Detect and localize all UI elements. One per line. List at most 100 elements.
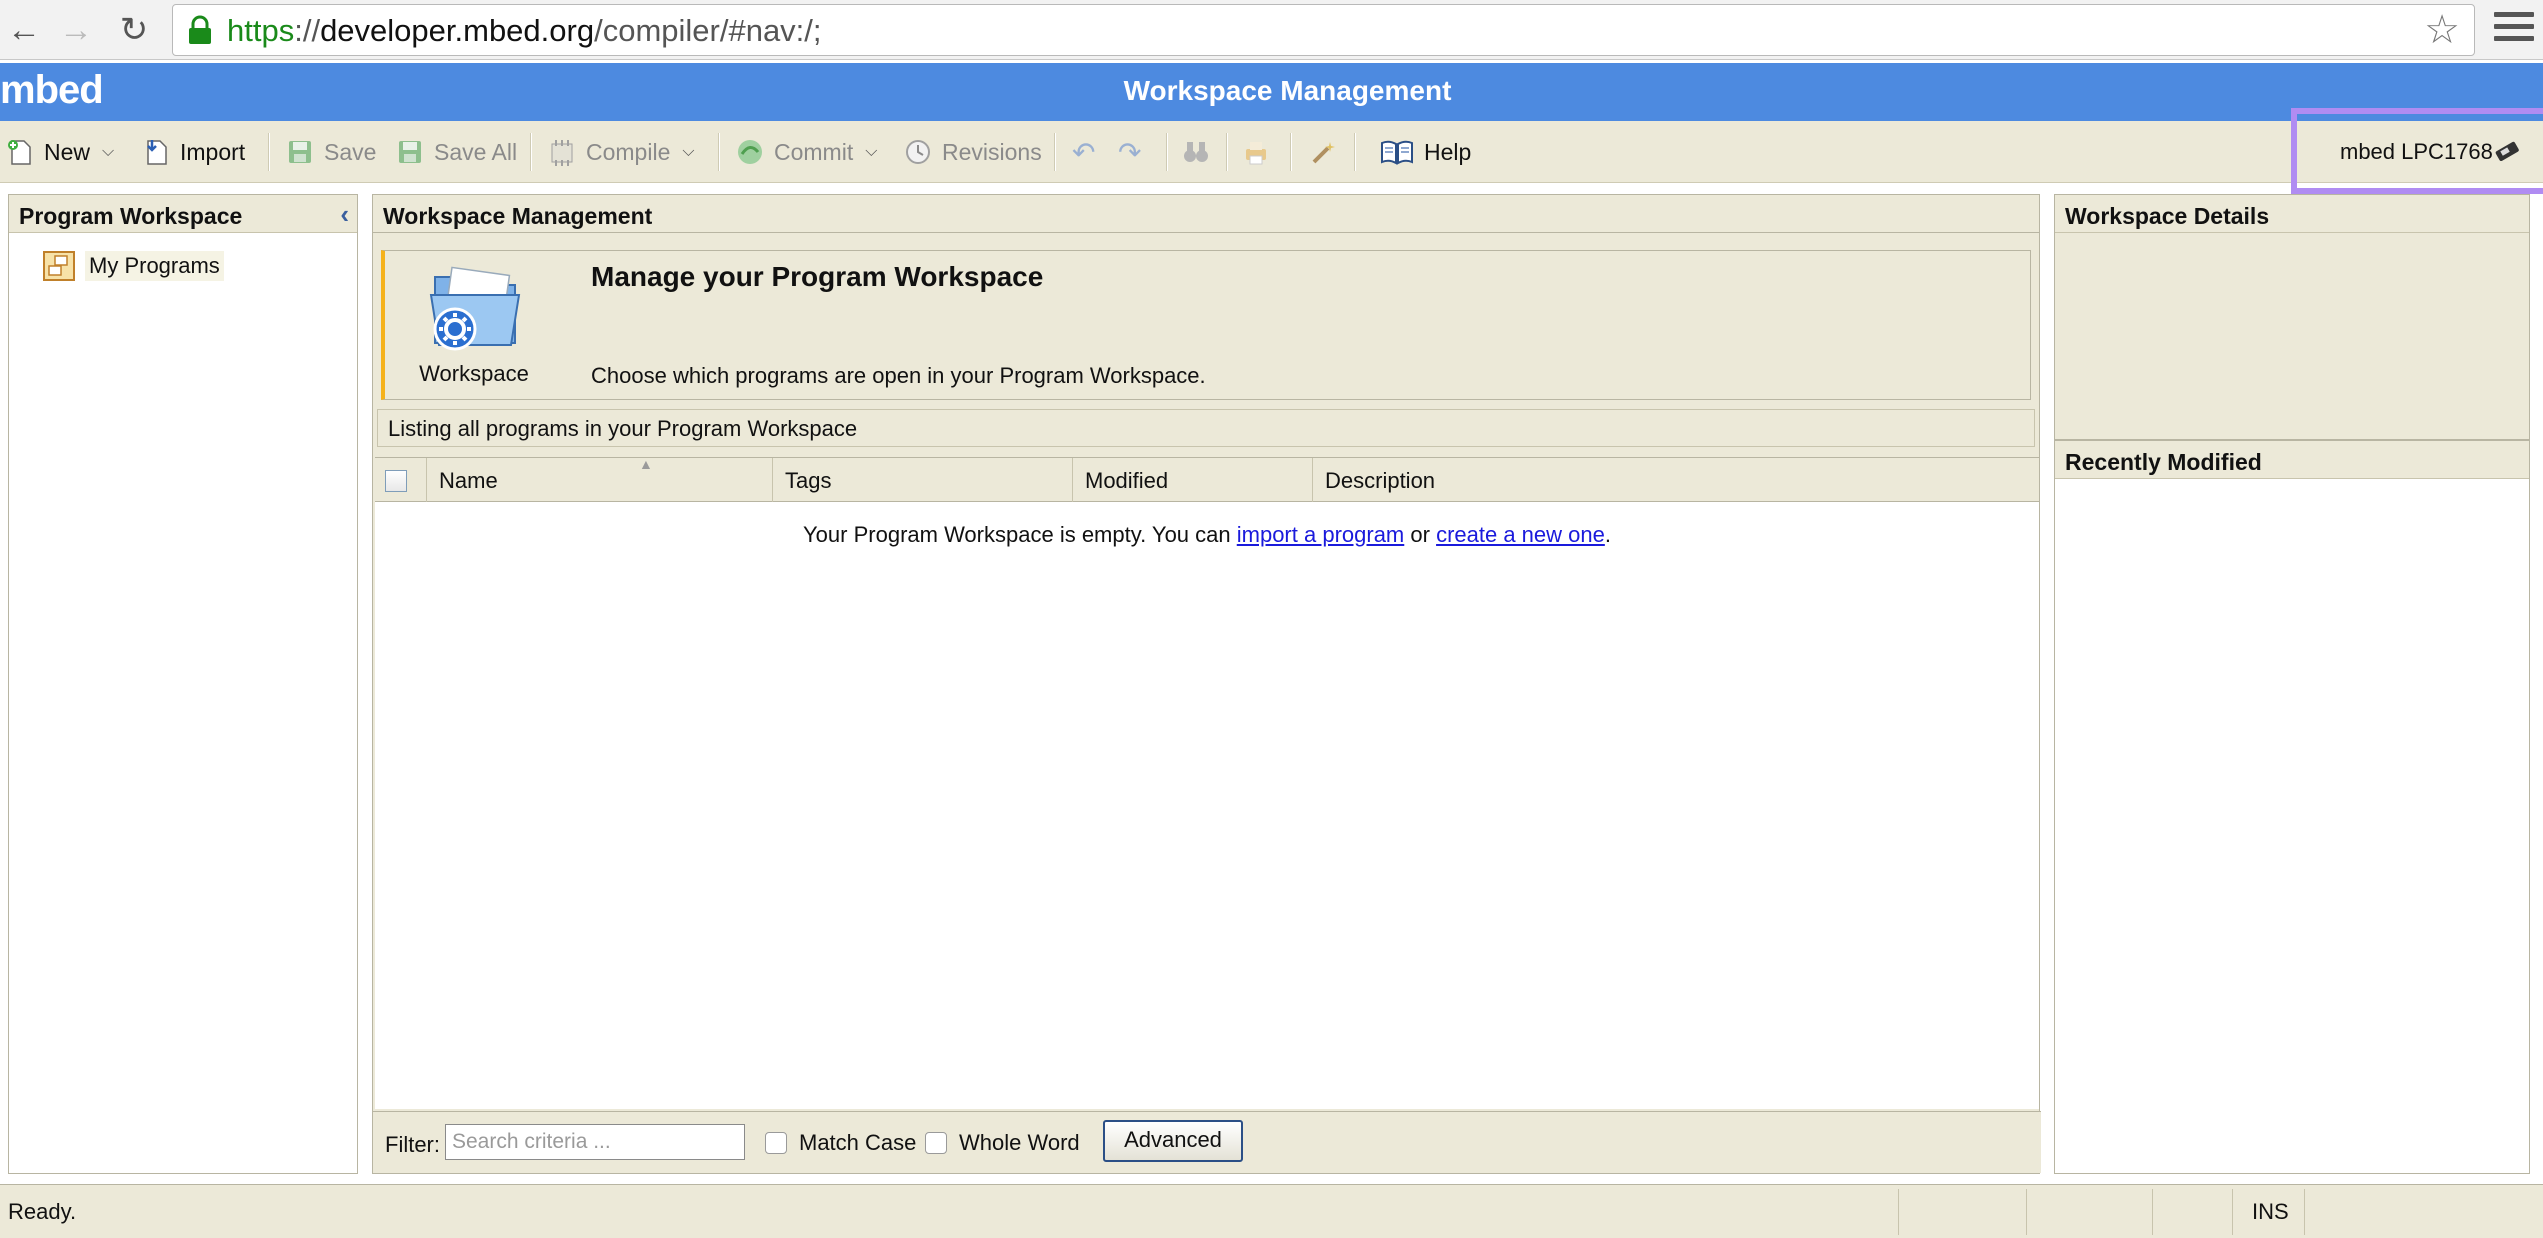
page-title: Workspace Management — [1123, 75, 1452, 106]
toolbar-divider — [1354, 133, 1356, 171]
save-disk-icon — [289, 141, 311, 163]
help-button[interactable]: Help — [1380, 133, 1471, 171]
workspace-details-panel: Workspace Details — [2054, 194, 2530, 440]
import-program-link[interactable]: import a program — [1237, 522, 1405, 547]
browser-menu-icon[interactable] — [2494, 12, 2534, 48]
url-path: /compiler/#nav:/; — [594, 13, 822, 48]
collapse-left-icon[interactable]: ‹ — [340, 199, 349, 230]
programs-folder-icon — [43, 251, 75, 281]
toolbar-divider — [1290, 133, 1292, 171]
toolbar-divider — [1054, 133, 1056, 171]
banner-title: Manage your Program Workspace — [591, 261, 1044, 292]
revisions-button[interactable]: Revisions — [904, 133, 1042, 171]
panel-header: Program Workspace ‹ — [9, 195, 357, 233]
new-label: New — [44, 138, 91, 165]
url-separator: :// — [294, 13, 321, 48]
column-header-description[interactable]: Description — [1313, 458, 2039, 502]
status-cell — [1898, 1189, 1899, 1235]
chevron-down-icon[interactable]: ⌵ — [682, 143, 694, 161]
advanced-button[interactable]: Advanced — [1103, 1120, 1243, 1162]
column-header-name[interactable]: Name ▲ — [427, 456, 773, 502]
panel-title: Workspace Details — [2065, 203, 2270, 229]
save-all-icon — [399, 141, 421, 163]
binoculars-find-icon[interactable] — [1182, 133, 1220, 171]
forward-arrow-icon[interactable]: → — [54, 8, 98, 52]
filter-bar: Filter: Match Case Whole Word Advanced — [373, 1111, 2041, 1173]
url-text[interactable]: https://developer.mbed.org/compiler/#nav… — [227, 13, 822, 49]
workspace-banner: Workspace Manage your Program Workspace … — [381, 250, 2031, 400]
save-button[interactable]: Save — [286, 133, 376, 171]
column-label: Tags — [785, 468, 832, 493]
search-input[interactable] — [445, 1124, 745, 1160]
printer-glyph — [1246, 142, 1266, 165]
empty-workspace-message: Your Program Workspace is empty. You can… — [375, 522, 2039, 548]
wand-format-icon[interactable] — [1310, 133, 1348, 171]
app-header: mbed Workspace Management — [0, 63, 2543, 121]
panel-title: Recently Modified — [2065, 449, 2262, 475]
toolbar-divider — [268, 133, 270, 171]
column-header-tags[interactable]: Tags — [773, 458, 1073, 502]
select-all-checkbox[interactable] — [385, 470, 407, 492]
program-workspace-panel: Program Workspace ‹ My Programs — [8, 194, 358, 1174]
column-header-modified[interactable]: Modified — [1073, 458, 1313, 502]
redo-icon[interactable]: ↷ — [1118, 133, 1141, 171]
browser-toolbar: ← → ↻ https://developer.mbed.org/compile… — [0, 0, 2543, 60]
url-scheme: https — [227, 13, 295, 48]
lock-icon — [189, 15, 211, 44]
save-label: Save — [324, 138, 377, 165]
column-label: Name — [439, 468, 498, 493]
save-all-button[interactable]: Save All — [396, 133, 517, 171]
panel-header: Workspace Details — [2055, 195, 2529, 233]
board-chip-icon[interactable] — [2493, 137, 2521, 165]
workspace-management-panel: Workspace Management Workspace Manage yo… — [372, 194, 2041, 1174]
programs-table: Name ▲ Tags Modified Description Your Pr… — [375, 456, 2039, 1109]
workspace-icon-caption: Workspace — [419, 361, 529, 386]
import-icon — [147, 140, 167, 165]
column-label: Description — [1325, 468, 1436, 493]
main-toolbar: New ⌵ Import Save Save All Compile ⌵ Com… — [0, 121, 2543, 183]
address-bar[interactable]: https://developer.mbed.org/compiler/#nav… — [172, 4, 2475, 56]
chevron-down-icon[interactable]: ⌵ — [865, 143, 877, 161]
toolbar-divider — [530, 133, 532, 171]
tree-item-my-programs[interactable]: My Programs — [43, 251, 224, 281]
tree-item-label: My Programs — [85, 251, 224, 281]
banner-description: Choose which programs are open in your P… — [591, 363, 1206, 388]
toolbar-divider — [718, 133, 720, 171]
import-button[interactable]: Import — [142, 133, 245, 171]
filter-label: Filter: — [385, 1132, 440, 1157]
binoculars-glyph — [1184, 142, 1208, 162]
bookmark-star-icon[interactable]: ☆ — [2424, 9, 2460, 51]
listing-caption: Listing all programs in your Program Wor… — [377, 409, 2035, 447]
wand-glyph — [1312, 142, 1335, 164]
print-icon[interactable] — [1242, 133, 1280, 171]
recently-modified-panel: Recently Modified — [2054, 440, 2530, 1174]
new-file-icon — [8, 140, 31, 165]
status-cell — [2152, 1189, 2153, 1235]
chevron-down-icon[interactable]: ⌵ — [102, 143, 114, 161]
empty-text: or — [1404, 522, 1437, 547]
toolbar-divider — [1226, 133, 1228, 171]
back-arrow-icon[interactable]: ← — [2, 8, 46, 52]
sort-ascending-icon: ▲ — [639, 456, 653, 472]
status-cell — [2026, 1189, 2027, 1235]
create-new-link[interactable]: create a new one — [1436, 522, 1605, 547]
status-text: Ready. — [8, 1199, 77, 1224]
panel-title: Workspace Management — [383, 203, 653, 229]
whole-word-checkbox[interactable] — [925, 1132, 947, 1154]
help-book-icon — [1381, 140, 1413, 165]
target-device-selector[interactable]: mbed LPC1768 — [2340, 139, 2493, 165]
commit-button[interactable]: Commit ⌵ — [736, 133, 877, 171]
undo-icon[interactable]: ↶ — [1072, 133, 1095, 171]
panel-title: Program Workspace — [19, 203, 243, 229]
reload-icon[interactable]: ↻ — [112, 8, 156, 52]
status-cell — [2232, 1189, 2233, 1235]
status-bar: Ready. INS — [0, 1184, 2543, 1238]
commit-icon — [738, 140, 762, 164]
compile-icon — [551, 140, 573, 166]
panel-header: Recently Modified — [2055, 441, 2529, 479]
match-case-checkbox[interactable] — [765, 1132, 787, 1154]
empty-text: Your Program Workspace is empty. You can — [803, 522, 1237, 547]
compile-button[interactable]: Compile ⌵ — [548, 133, 695, 171]
insert-mode-indicator: INS — [2252, 1199, 2289, 1224]
new-button[interactable]: New ⌵ — [6, 133, 114, 171]
